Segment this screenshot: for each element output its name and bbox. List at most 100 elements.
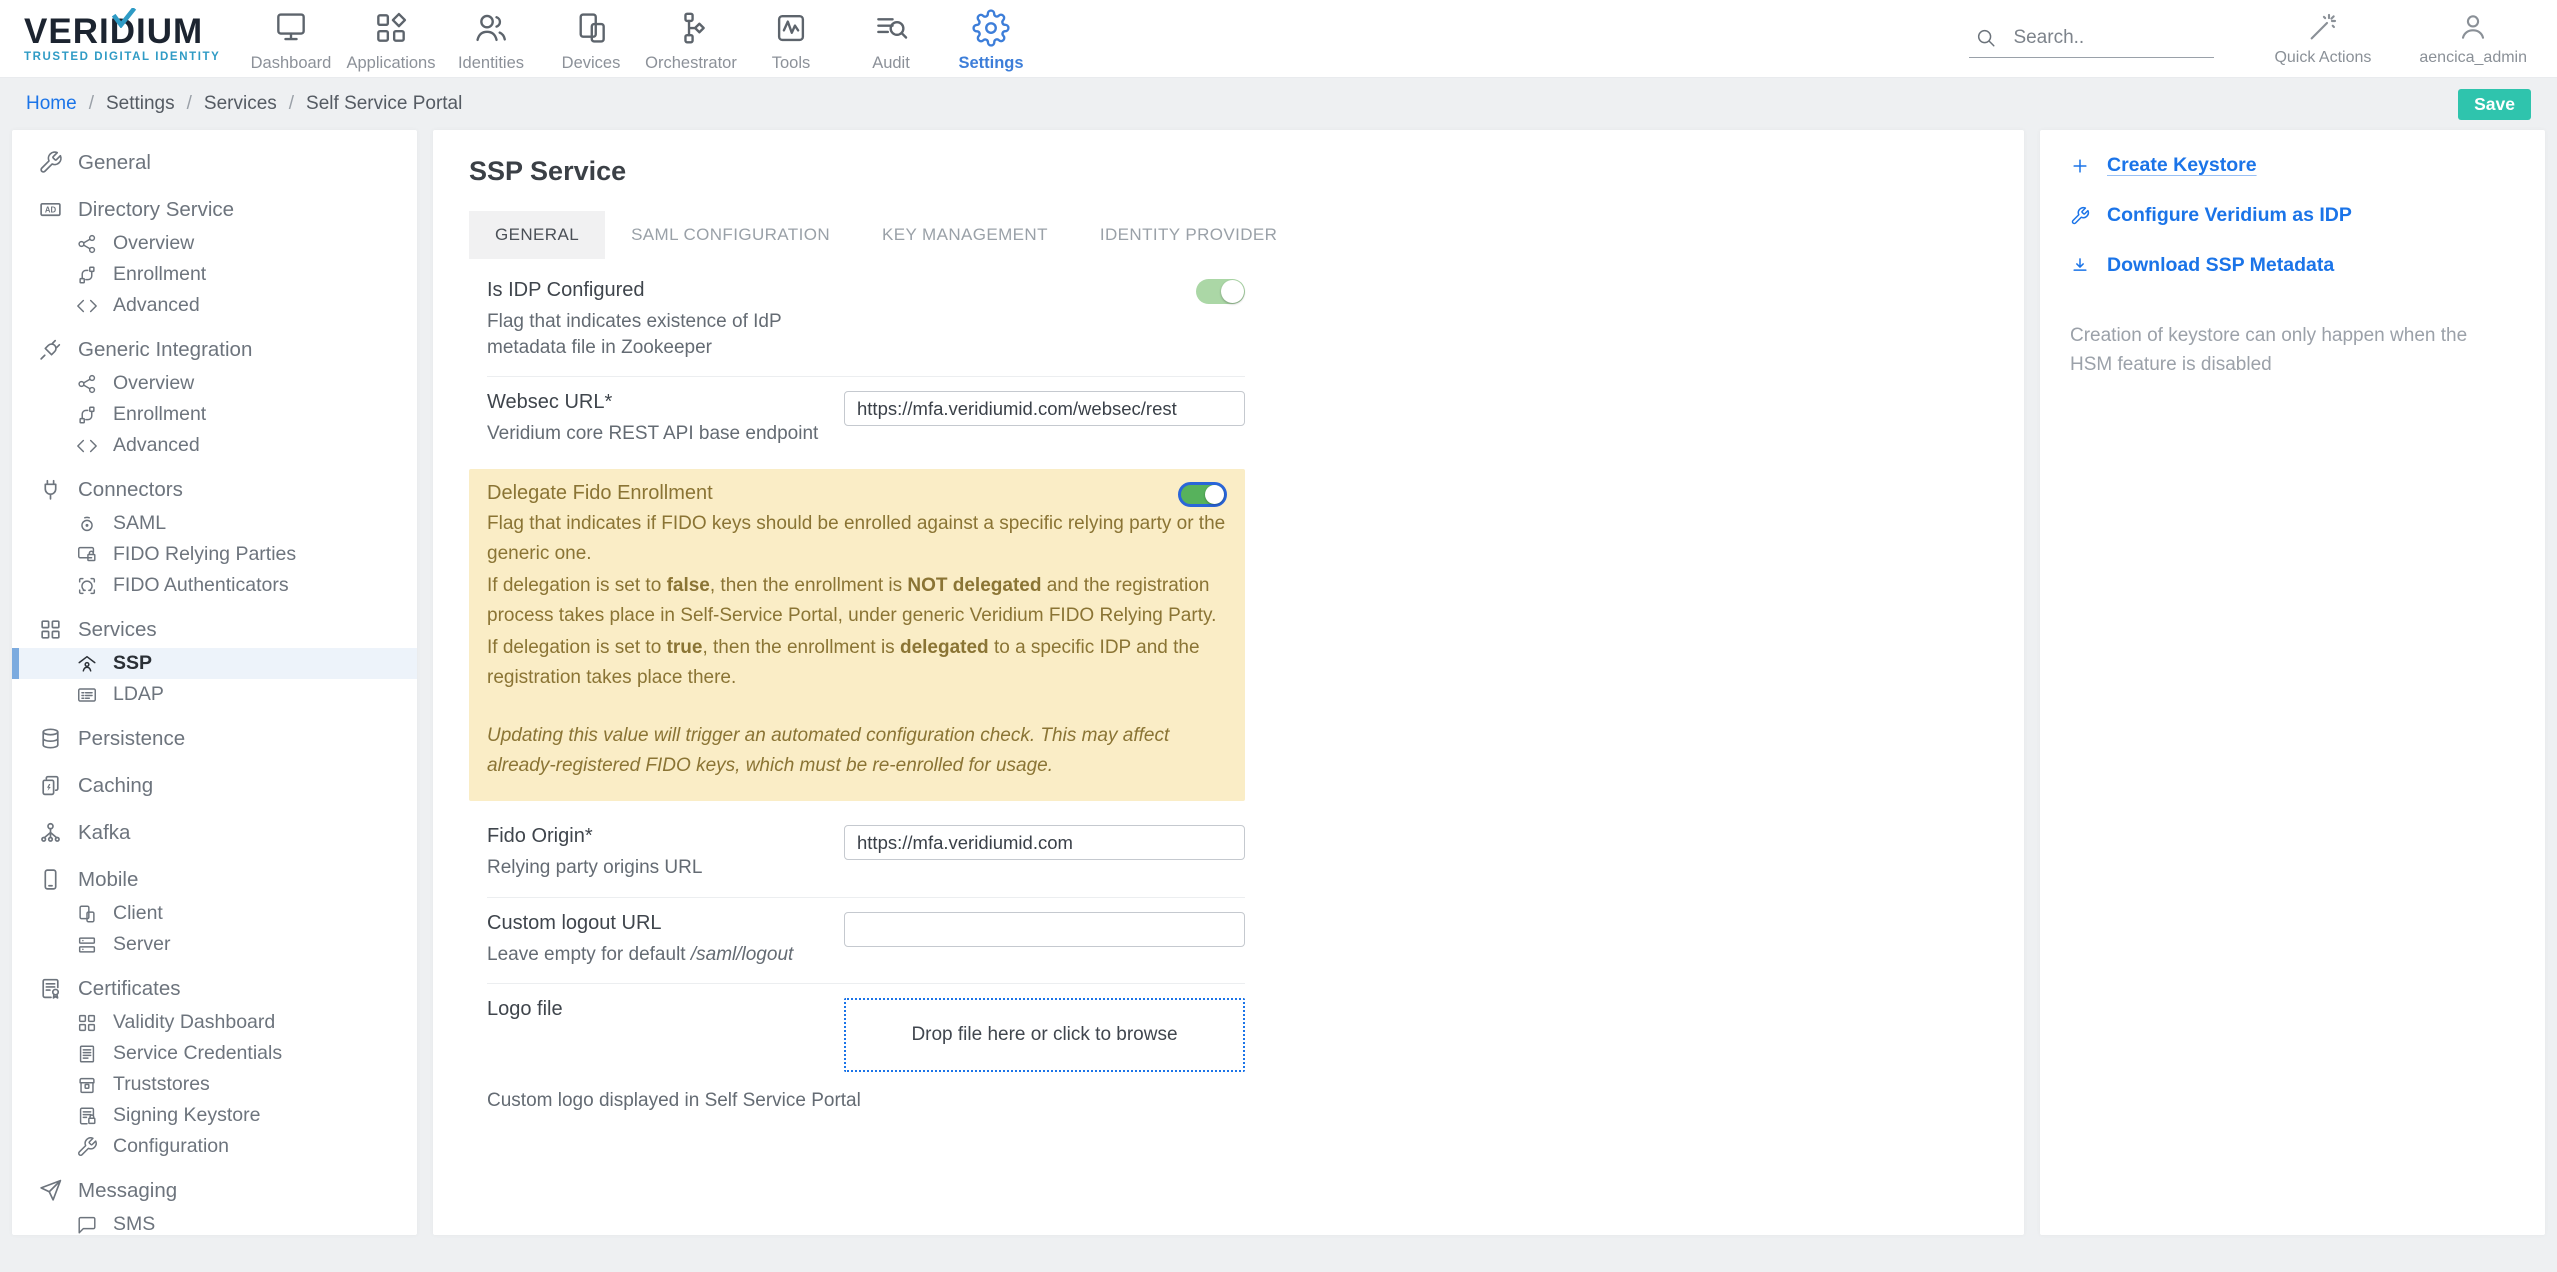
nav-item-dashboard[interactable]: Dashboard [241, 5, 341, 73]
code-icon [76, 435, 98, 457]
tab-saml-configuration[interactable]: SAML CONFIGURATION [605, 211, 856, 259]
sidebar-item-service-credentials[interactable]: Service Credentials [12, 1038, 417, 1069]
tab-key-management[interactable]: KEY MANAGEMENT [856, 211, 1074, 259]
sidebar-item-label: Client [113, 902, 163, 924]
sidebar-item-ds-enrollment[interactable]: Enrollment [12, 259, 417, 290]
quick-actions-label: Quick Actions [2274, 48, 2372, 66]
actions-panel: Create Keystore Configure Veridium as ID… [2040, 130, 2545, 1235]
fido-origin-input[interactable] [844, 825, 1245, 861]
tab-identity-provider[interactable]: IDENTITY PROVIDER [1074, 211, 1303, 259]
send-icon [38, 1178, 63, 1203]
enrollment-icon [76, 264, 98, 286]
logo-file-dropzone[interactable]: Drop file here or click to browse [844, 998, 1245, 1073]
nav-item-identities[interactable]: Identities [441, 5, 541, 73]
tools-icon [772, 9, 810, 47]
sidebar-item-fido-authenticators[interactable]: FIDO Authenticators [12, 570, 417, 601]
sidebar-item-general[interactable]: General [12, 144, 417, 181]
ssp-tabs: GENERAL SAML CONFIGURATION KEY MANAGEMEN… [469, 211, 1988, 259]
sidebar-item-connectors[interactable]: Connectors [12, 471, 417, 508]
sidebar-item-ldap[interactable]: LDAP [12, 679, 417, 710]
logo-check-icon [111, 8, 137, 28]
veridium-logo[interactable]: VERIDIUM TRUSTED DIGITAL IDENTITY [24, 8, 229, 63]
tab-general[interactable]: GENERAL [469, 211, 606, 259]
sidebar-item-directory-service[interactable]: AD Directory Service [12, 191, 417, 228]
sidebar-item-caching[interactable]: Caching [12, 767, 417, 804]
sidebar-item-signing-keystore[interactable]: Signing Keystore [12, 1100, 417, 1131]
sidebar-item-mobile[interactable]: Mobile [12, 861, 417, 898]
nav-item-settings[interactable]: Settings [941, 5, 1041, 73]
fido-origin-label: Fido Origin* [487, 825, 593, 848]
sidebar-item-ds-advanced[interactable]: Advanced [12, 290, 417, 321]
websec-url-input[interactable] [844, 391, 1245, 427]
sidebar-item-persistence[interactable]: Persistence [12, 720, 417, 757]
delegate-fido-note: Updating this value will trigger an auto… [487, 725, 1170, 777]
sidebar-item-gi-advanced[interactable]: Advanced [12, 430, 417, 461]
settings-icon [972, 8, 1010, 47]
sidebar-item-configuration[interactable]: Configuration [12, 1131, 417, 1162]
identities-icon [472, 9, 510, 47]
logo-file-description: Custom logo displayed in Self Service Po… [487, 1090, 861, 1112]
quick-actions-button[interactable]: Quick Actions [2274, 11, 2371, 67]
breadcrumb-bar: Home / Settings / Services / Self Servic… [0, 78, 2557, 130]
keystore-hsm-note: Creation of keystore can only happen whe… [2070, 325, 2468, 375]
sidebar-item-label: Caching [78, 773, 154, 797]
custom-logout-url-input[interactable] [844, 911, 1245, 947]
breadcrumb-settings[interactable]: Settings [106, 93, 175, 115]
orchestrator-icon [672, 9, 710, 47]
user-menu[interactable]: aencica_admin [2419, 11, 2527, 67]
sidebar-item-label: Overview [113, 232, 195, 254]
ssp-icon [76, 653, 98, 675]
sidebar-item-mobile-server[interactable]: Server [12, 929, 417, 960]
sidebar-item-label: Certificates [78, 976, 181, 1000]
sidebar-item-label: Enrollment [113, 263, 207, 285]
sidebar-item-mobile-client[interactable]: Client [12, 898, 417, 929]
delegate-fido-toggle[interactable] [1178, 481, 1227, 507]
sidebar-item-label: Enrollment [113, 403, 207, 425]
configure-veridium-as-idp-label: Configure Veridium as IDP [2107, 204, 2352, 226]
user-icon [2457, 11, 2489, 43]
sidebar-item-certificates[interactable]: Certificates [12, 970, 417, 1007]
sidebar-item-label: LDAP [113, 683, 164, 705]
is-idp-configured-toggle[interactable] [1196, 279, 1245, 304]
sidebar-item-gi-overview[interactable]: Overview [12, 368, 417, 399]
download-ssp-metadata-link[interactable]: Download SSP Metadata [2070, 254, 2515, 277]
sidebar-item-truststores[interactable]: Truststores [12, 1069, 417, 1100]
sidebar-item-gi-enrollment[interactable]: Enrollment [12, 399, 417, 430]
nav-item-devices[interactable]: Devices [541, 5, 641, 73]
page-title: SSP Service [469, 156, 627, 186]
custom-logout-url-label: Custom logout URL [487, 911, 662, 934]
sidebar-item-generic-integration[interactable]: Generic Integration [12, 331, 417, 368]
wrench-icon [38, 150, 63, 175]
sidebar-item-messaging[interactable]: Messaging [12, 1172, 417, 1209]
logo-tagline: TRUSTED DIGITAL IDENTITY [24, 51, 221, 63]
sidebar-item-validity-dashboard[interactable]: Validity Dashboard [12, 1007, 417, 1038]
is-idp-configured-description: Flag that indicates existence of IdP met… [487, 311, 782, 358]
sidebar-item-services[interactable]: Services [12, 611, 417, 648]
download-icon [2070, 256, 2090, 276]
save-button[interactable]: Save [2458, 88, 2531, 120]
breadcrumb-home[interactable]: Home [26, 93, 77, 115]
breadcrumb-separator: / [288, 93, 295, 114]
nav-item-audit[interactable]: Audit [841, 5, 941, 73]
fido-relying-parties-icon [76, 544, 98, 566]
sidebar-item-ds-overview[interactable]: Overview [12, 228, 417, 259]
sidebar-item-ssp[interactable]: SSP [12, 648, 417, 679]
configure-veridium-as-idp-link[interactable]: Configure Veridium as IDP [2070, 204, 2515, 227]
create-keystore-link[interactable]: Create Keystore [2070, 154, 2515, 177]
search-input[interactable] [2013, 27, 2184, 49]
nav-item-orchestrator[interactable]: Orchestrator [641, 5, 741, 73]
nav-item-tools[interactable]: Tools [741, 5, 841, 73]
nav-item-label: Identities [457, 53, 525, 72]
caching-icon [38, 773, 63, 798]
nav-item-applications[interactable]: Applications [341, 5, 441, 73]
code-icon [76, 295, 98, 317]
breadcrumb-services[interactable]: Services [204, 93, 277, 115]
sidebar-item-fido-relying-parties[interactable]: FIDO Relying Parties [12, 539, 417, 570]
delegate-fido-line1: Flag that indicates if FIDO keys should … [487, 512, 1226, 564]
primary-nav: Dashboard Applications Identities Device… [241, 5, 1041, 73]
sidebar-item-sms[interactable]: SMS [12, 1209, 417, 1235]
enrollment-icon [76, 404, 98, 426]
sidebar-item-saml[interactable]: SAML [12, 508, 417, 539]
sidebar-item-label: Messaging [78, 1178, 178, 1202]
sidebar-item-kafka[interactable]: Kafka [12, 814, 417, 851]
